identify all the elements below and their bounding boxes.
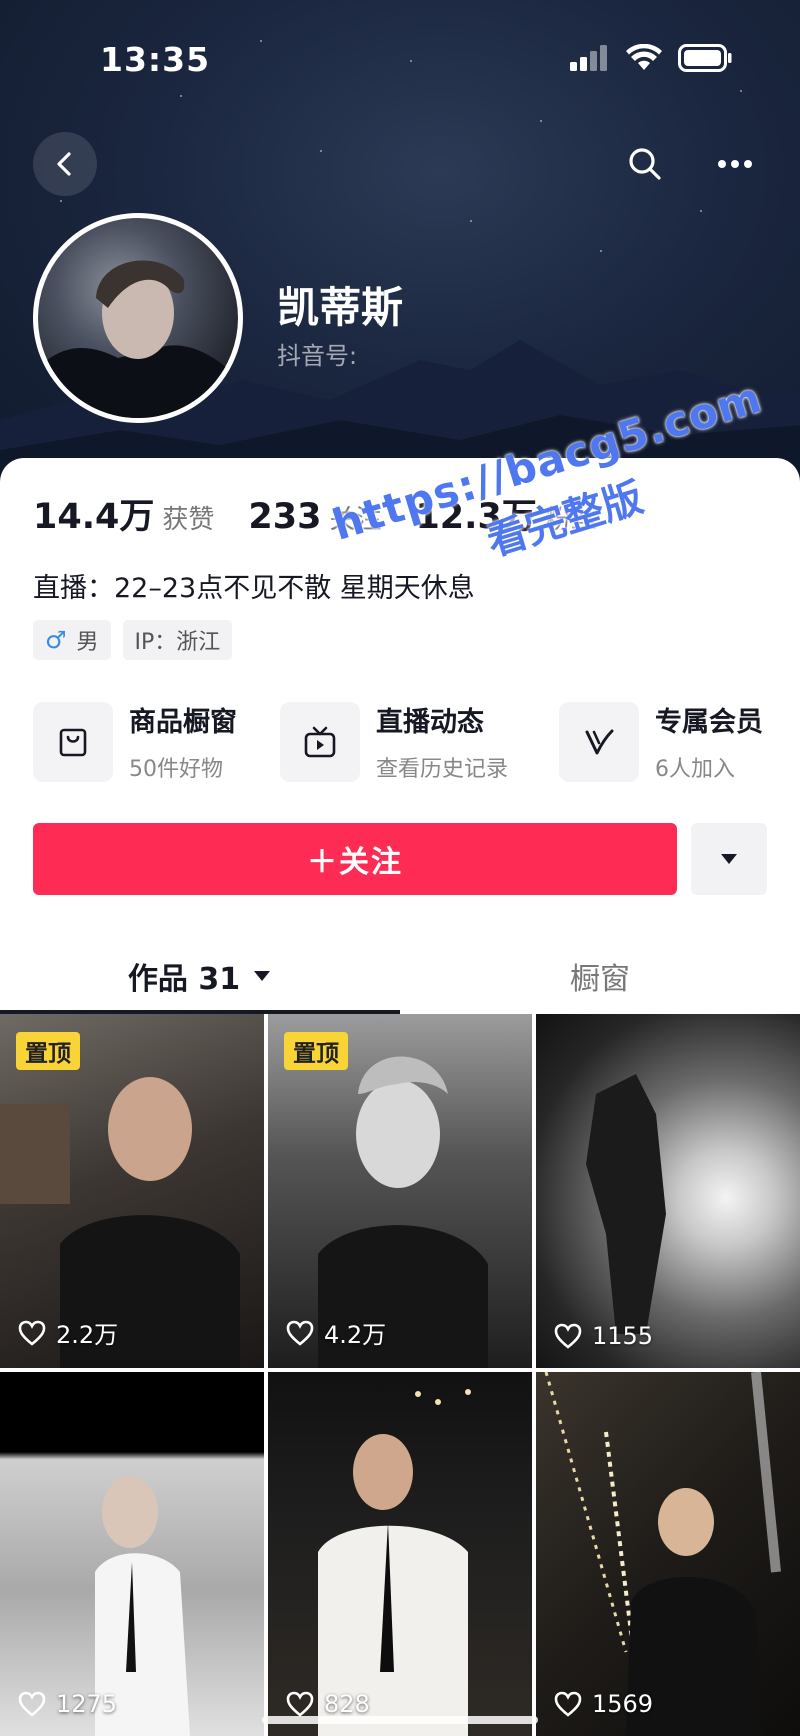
shortcut-subtitle: 50件好物 xyxy=(129,757,223,782)
v-icon xyxy=(559,701,639,782)
caret-down-icon xyxy=(254,971,271,981)
like-count: 2.2万 xyxy=(18,1315,118,1350)
profile-card: 14.4万 获赞 233 关注 12.3万 粉丝 直播：22–23点不见不散 星… xyxy=(0,458,800,1014)
like-count: 828 xyxy=(286,1690,370,1718)
gender-label: 男 xyxy=(76,630,99,655)
video-thumbnail[interactable]: 1155 xyxy=(536,1014,800,1368)
star xyxy=(60,200,62,202)
search-button[interactable] xyxy=(613,132,677,196)
profile-page: 13:35 凯蒂斯 抖音号: 14.4万 获赞 233 关注 12.3万 粉丝 … xyxy=(0,0,800,1736)
star xyxy=(600,250,602,252)
thumbnail-figure xyxy=(544,1372,781,1736)
like-count-value: 1275 xyxy=(56,1690,118,1718)
content-tabs: 作品 31 橱窗 xyxy=(0,938,800,1014)
more-dots-icon xyxy=(718,160,752,168)
star xyxy=(320,150,322,152)
douyin-id: 抖音号: xyxy=(277,342,358,370)
home-indicator[interactable] xyxy=(262,1716,538,1724)
video-thumbnail[interactable]: 置顶 2.2万 xyxy=(0,1014,264,1368)
ip-tag: IP：浙江 xyxy=(122,620,233,660)
battery-icon xyxy=(678,44,732,72)
heart-icon xyxy=(286,1320,314,1346)
video-thumbnail[interactable]: 1275 xyxy=(0,1372,264,1736)
shortcut-live-history[interactable]: 直播动态 查看历史记录 xyxy=(280,700,508,783)
shortcut-text: 商品橱窗 50件好物 xyxy=(129,700,237,783)
triangle-down-icon xyxy=(721,854,737,864)
star xyxy=(540,120,542,122)
stat-followers[interactable]: 12.3万 粉丝 xyxy=(415,488,596,539)
shortcut-title: 专属会员 xyxy=(655,707,763,738)
heart-icon xyxy=(18,1691,46,1717)
bio-text: 直播：22–23点不见不散 星期天休息 xyxy=(33,573,475,604)
tab-works[interactable]: 作品 31 xyxy=(0,938,400,1014)
shortcut-subtitle: 查看历史记录 xyxy=(376,757,509,782)
like-count-value: 4.2万 xyxy=(324,1321,387,1349)
video-thumbnail[interactable]: 置顶 4.2万 xyxy=(268,1014,532,1368)
star xyxy=(700,210,702,212)
bag-icon xyxy=(33,701,113,782)
thumbnail-figure xyxy=(586,1074,666,1334)
back-button[interactable] xyxy=(33,132,97,196)
video-thumbnail[interactable]: 828 xyxy=(268,1372,532,1736)
video-grid: 置顶 2.2万 置顶 4.2万 1155 1275 828 1569 xyxy=(0,1014,800,1736)
shortcut-row: 商品橱窗 50件好物 直播动态 查看历史记录 专属会员 6人加入 xyxy=(33,700,800,784)
search-icon xyxy=(629,148,661,180)
pinned-badge: 置顶 xyxy=(16,1032,80,1070)
like-count: 1569 xyxy=(554,1690,653,1718)
like-count-value: 1569 xyxy=(592,1690,654,1718)
male-icon: ♂ xyxy=(45,626,67,654)
star xyxy=(740,90,742,92)
tag-list: ♂ 男 IP：浙江 xyxy=(33,620,233,660)
chevron-left-icon xyxy=(57,152,71,176)
stat-label: 粉丝 xyxy=(544,505,597,535)
avatar[interactable] xyxy=(33,213,243,423)
status-bar: 13:35 xyxy=(0,36,800,80)
shortcut-text: 直播动态 查看历史记录 xyxy=(376,700,508,783)
star xyxy=(180,95,182,97)
shortcut-shop-window[interactable]: 商品橱窗 50件好物 xyxy=(33,700,237,783)
thumbnail-figure xyxy=(318,1389,471,1736)
pinned-badge: 置顶 xyxy=(284,1032,348,1070)
like-count: 1155 xyxy=(554,1322,653,1350)
like-count-value: 2.2万 xyxy=(56,1321,119,1349)
profile-name: 凯蒂斯 xyxy=(277,283,404,332)
status-icons xyxy=(570,44,732,72)
heart-icon xyxy=(554,1323,582,1349)
like-count-value: 828 xyxy=(324,1690,370,1718)
tab-window[interactable]: 橱窗 xyxy=(400,938,800,1014)
recommend-dropdown-button[interactable] xyxy=(691,823,767,895)
stat-label: 获赞 xyxy=(162,505,215,535)
thumbnail-figure xyxy=(95,1476,190,1736)
stats-row: 14.4万 获赞 233 关注 12.3万 粉丝 xyxy=(33,488,631,539)
status-time: 13:35 xyxy=(100,40,211,79)
stat-value: 233 xyxy=(248,497,322,537)
shortcut-text: 专属会员 6人加入 xyxy=(655,700,763,783)
heart-icon xyxy=(18,1320,46,1346)
stat-value: 14.4万 xyxy=(33,497,155,537)
tab-works-label: 作品 31 xyxy=(127,962,241,997)
more-button[interactable] xyxy=(703,132,767,196)
shortcut-subtitle: 6人加入 xyxy=(655,757,735,782)
tv-icon xyxy=(280,701,360,782)
shortcut-title: 商品橱窗 xyxy=(129,707,237,738)
like-count-value: 1155 xyxy=(592,1322,654,1350)
video-thumbnail[interactable]: 1569 xyxy=(536,1372,800,1736)
signal-icon xyxy=(570,45,607,71)
stat-label: 关注 xyxy=(329,505,382,535)
like-count: 1275 xyxy=(18,1690,117,1718)
stat-following[interactable]: 233 关注 xyxy=(248,497,381,537)
shortcut-title: 直播动态 xyxy=(376,707,484,738)
shortcut-membership[interactable]: 专属会员 6人加入 xyxy=(559,700,763,783)
heart-icon xyxy=(286,1691,314,1717)
star xyxy=(470,220,472,222)
heart-icon xyxy=(554,1691,582,1717)
avatar-portrait xyxy=(38,260,238,418)
like-count: 4.2万 xyxy=(286,1315,386,1350)
profile-header: 13:35 凯蒂斯 抖音号: xyxy=(0,0,800,490)
gender-tag: ♂ 男 xyxy=(33,620,111,660)
wifi-icon xyxy=(626,44,662,70)
follow-button[interactable]: ＋关注 xyxy=(33,823,677,895)
stat-likes[interactable]: 14.4万 获赞 xyxy=(33,488,214,539)
stat-value: 12.3万 xyxy=(415,497,537,537)
